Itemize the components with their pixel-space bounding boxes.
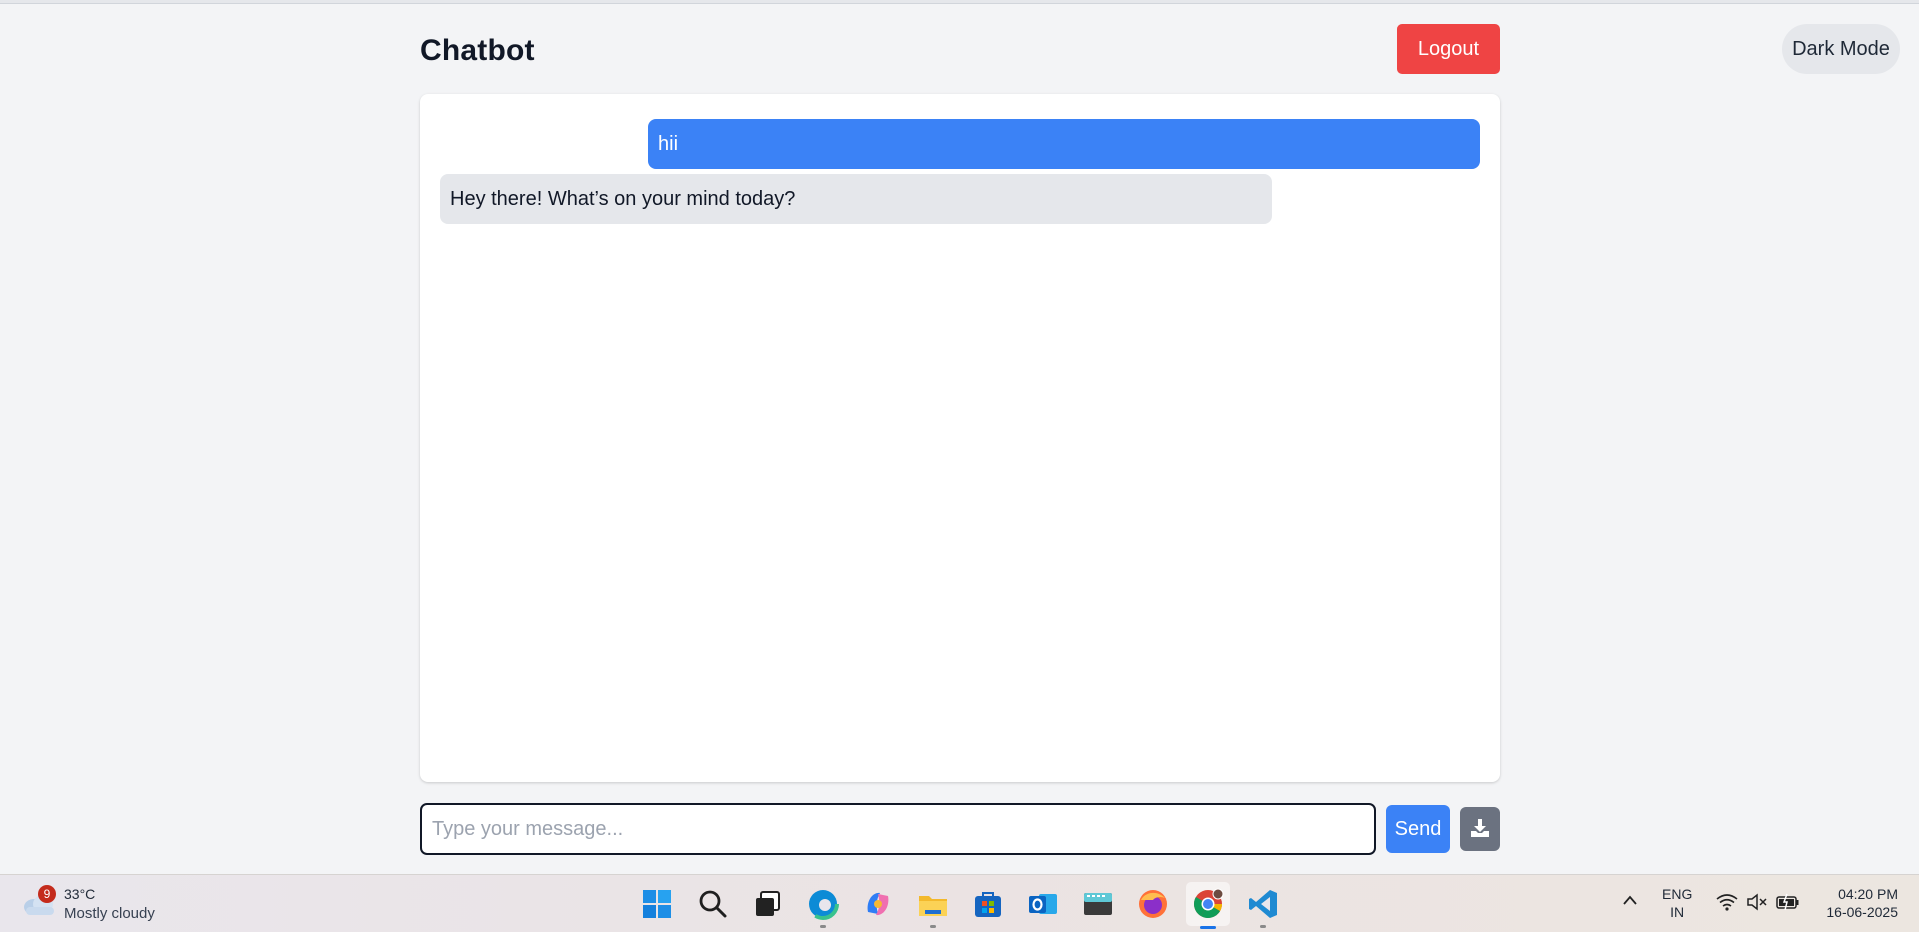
language-indicator[interactable]: ENG IN [1662,885,1692,921]
firefox-icon[interactable] [1135,886,1171,922]
vscode-icon[interactable] [1245,886,1281,928]
logout-button[interactable]: Logout [1397,24,1500,74]
start-icon[interactable] [639,886,675,922]
download-button[interactable] [1460,807,1500,851]
page-title: Chatbot [420,34,535,67]
notification-badge: 9 [38,885,56,903]
system-tray[interactable] [1716,892,1799,916]
chatbot-app: Chatbot Logout Dark Mode hii Hey there! … [0,4,1919,874]
edge-icon[interactable] [805,886,841,928]
search-icon[interactable] [695,886,731,922]
terminal-icon[interactable] [1080,886,1116,922]
chevron-up-icon[interactable] [1622,893,1638,911]
clock[interactable]: 04:20 PM 16-06-2025 [1816,885,1898,921]
download-icon [1470,818,1490,841]
bot-message: Hey there! What’s on your mind today? [440,174,1272,224]
send-button[interactable]: Send [1386,805,1450,853]
clock-time: 04:20 PM [1838,886,1898,902]
outlook-icon[interactable] [1025,886,1061,922]
copilot-icon[interactable] [860,886,896,922]
battery-charging-icon [1776,893,1800,916]
speaker-muted-icon [1746,892,1768,916]
message-input[interactable] [420,803,1376,855]
active-indicator [1200,926,1216,929]
task-view-icon[interactable] [750,886,786,922]
file-explorer-icon[interactable] [915,886,951,928]
running-indicator [1260,925,1266,928]
dark-mode-toggle[interactable]: Dark Mode [1782,24,1900,74]
chat-window[interactable]: hii Hey there! What’s on your mind today… [420,94,1500,782]
wifi-icon [1716,893,1738,916]
running-indicator [820,925,826,928]
store-icon[interactable] [970,886,1006,922]
weather-temperature: 33°C [64,886,96,902]
language-code: ENG [1662,886,1693,902]
clock-date: 16-06-2025 [1826,904,1898,920]
chrome-icon[interactable] [1186,882,1230,929]
weather-description: Mostly cloudy [64,905,155,922]
running-indicator [930,925,936,928]
weather-widget[interactable]: 9 33°C Mostly cloudy [22,885,172,925]
region-code: IN [1670,904,1685,920]
composer: Send [420,803,1500,855]
user-message: hii [648,119,1480,169]
windows-taskbar: 9 33°C Mostly cloudy ENG IN 04:20 PM 16-… [0,874,1919,932]
